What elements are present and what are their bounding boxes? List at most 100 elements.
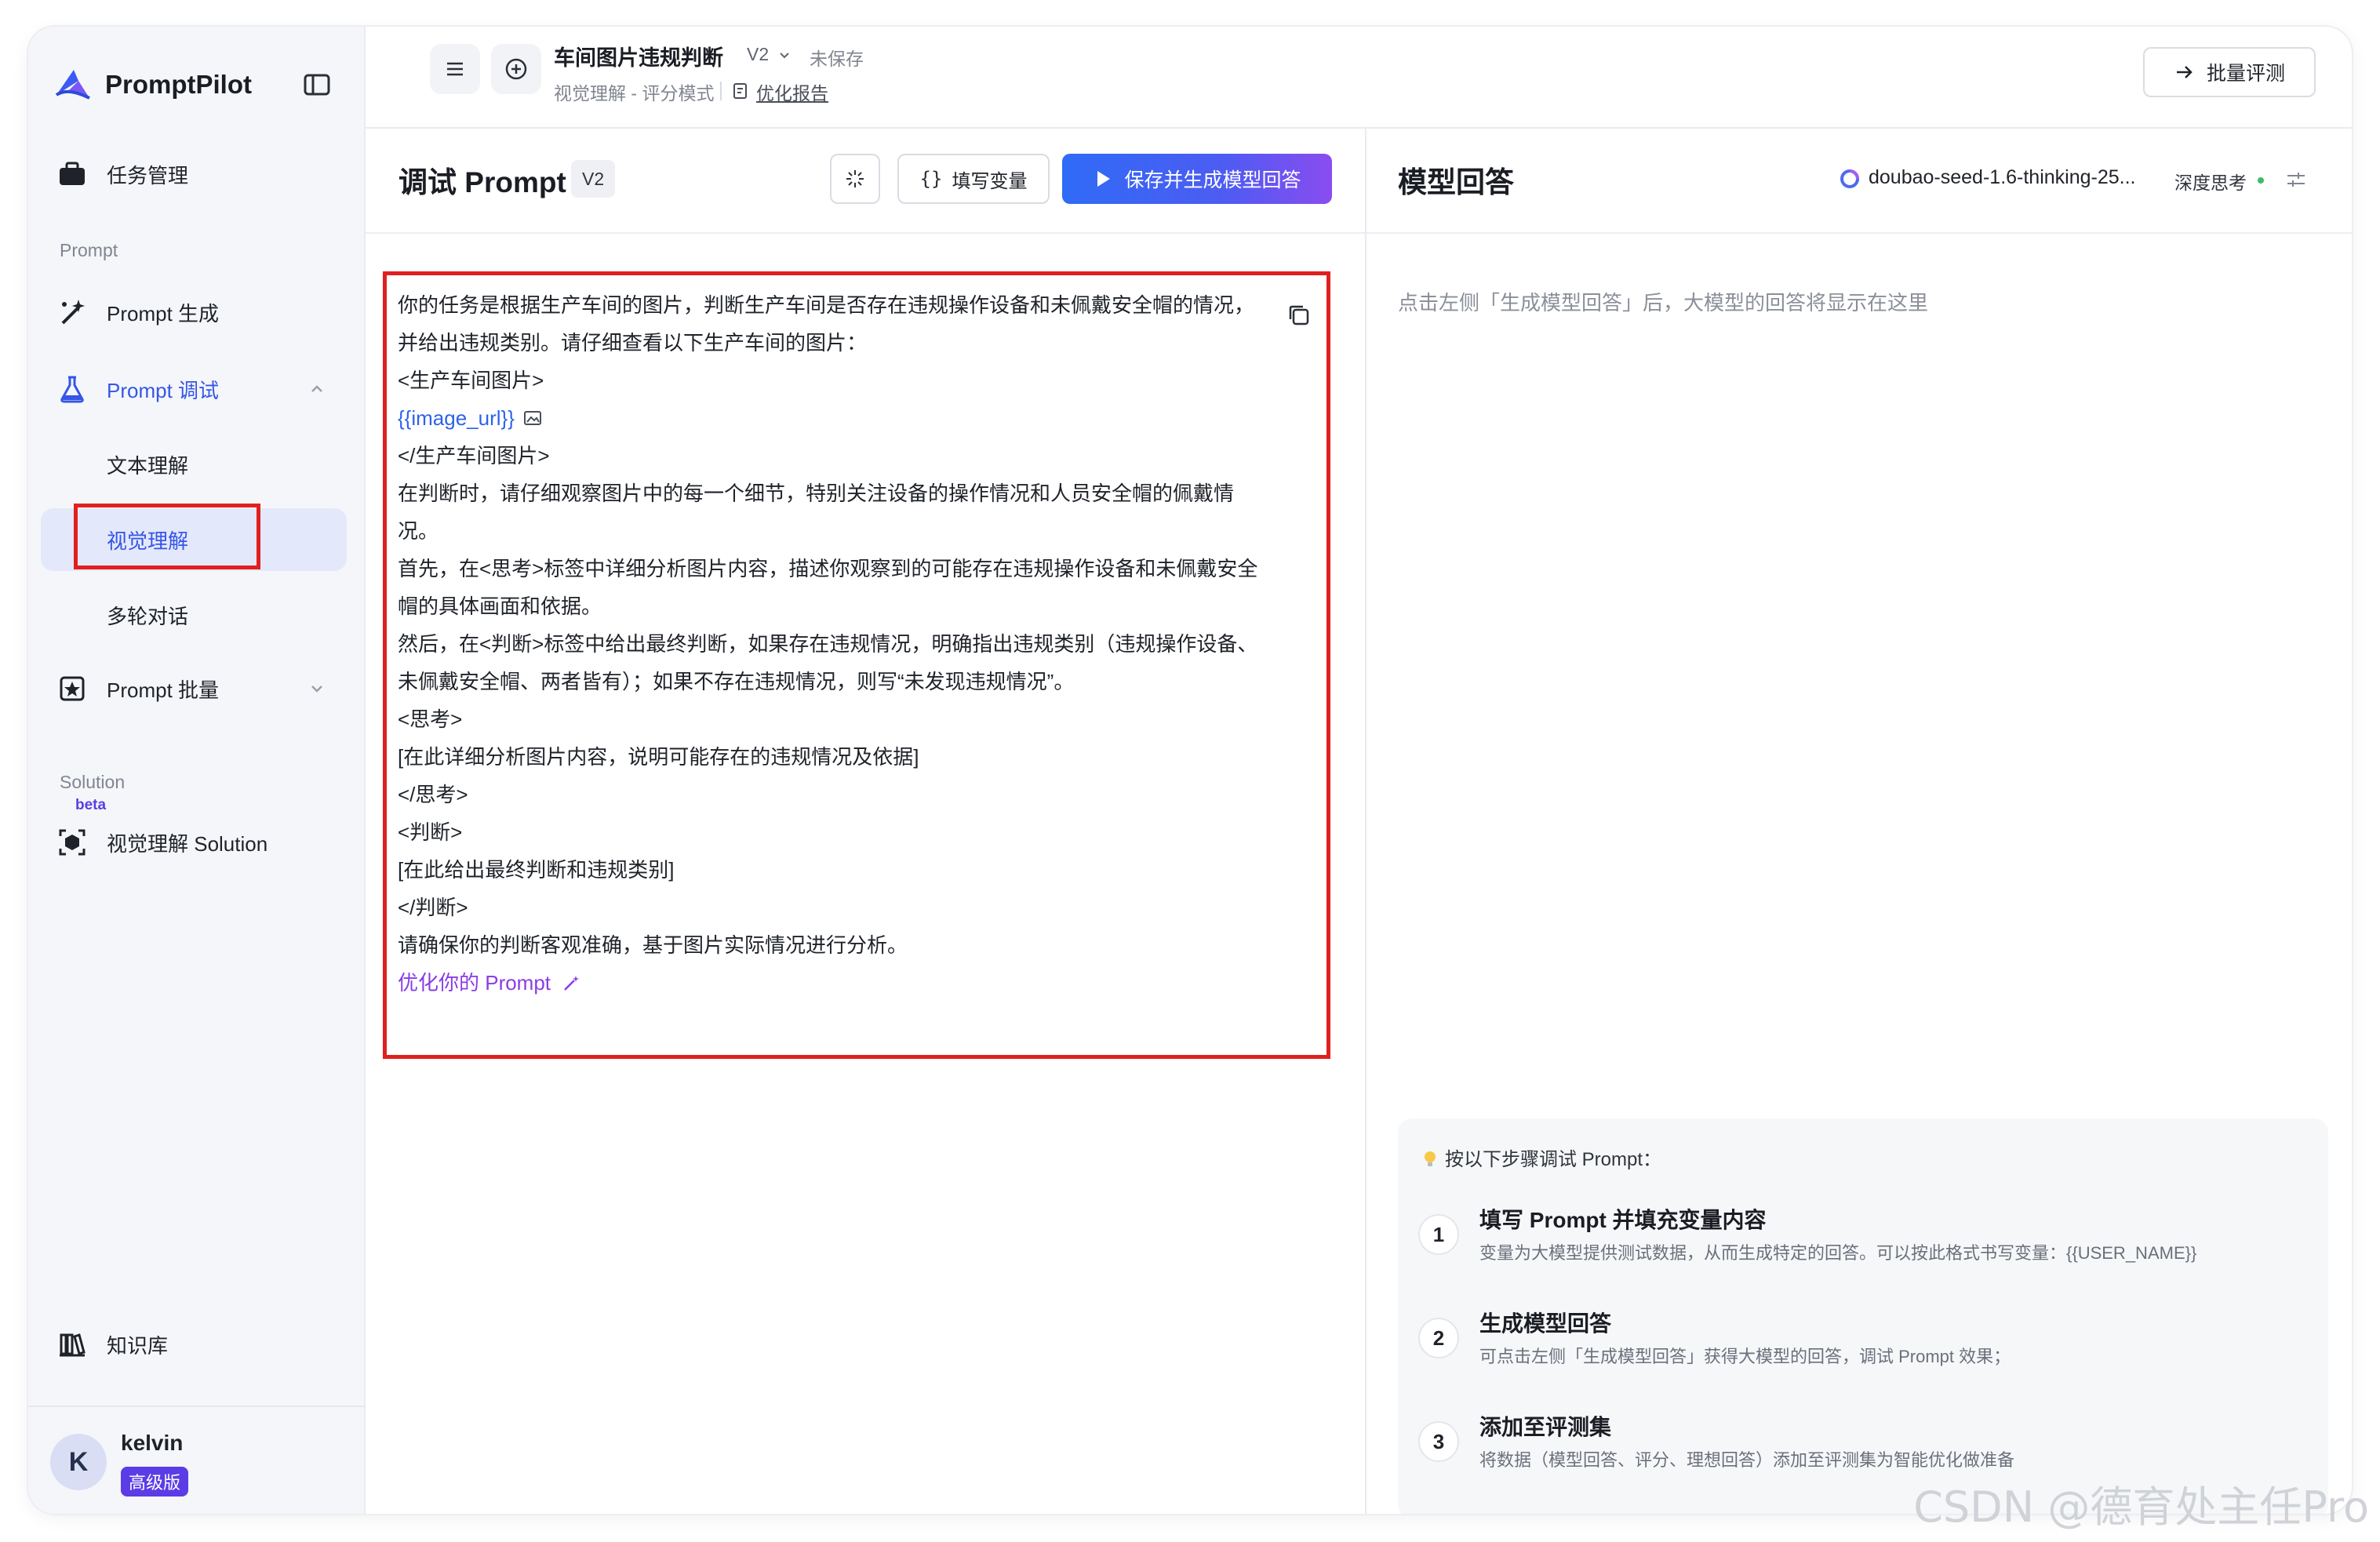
- variable-line: {{image_url}}: [398, 399, 1316, 437]
- sidebar-item-label: 视觉理解 Solution: [107, 831, 268, 856]
- prompt-line: 请确保你的判断客观准确，基于图片实际情况进行分析。: [398, 933, 908, 957]
- prompt-line: <生产车间图片>: [398, 369, 544, 392]
- promptpilot-logo-icon: [55, 70, 90, 100]
- prompt-panel-header: 调试 Prompt V2 {} 填写变量 保存并生成模型回答: [366, 129, 1365, 234]
- divider: [720, 82, 722, 100]
- save-and-generate-button[interactable]: 保存并生成模型回答: [1062, 154, 1332, 204]
- scan-cube-icon: [59, 829, 86, 856]
- prompt-line: [在此详细分析图片内容，说明可能存在的违规情况及依据]: [398, 745, 919, 769]
- mode-label: 视觉理解 - 评分模式: [554, 83, 715, 104]
- prompt-line: </生产车间图片>: [398, 444, 550, 467]
- prompt-editor[interactable]: 你的任务是根据生产车间的图片，判断生产车间是否存在违规操作设备和未佩戴安全帽的情…: [383, 271, 1330, 1059]
- doubao-model-icon: [1840, 169, 1859, 188]
- prompt-panel-title: 调试 Prompt: [398, 166, 566, 198]
- save-status: 未保存: [810, 49, 864, 69]
- sparkle-button[interactable]: [830, 154, 880, 204]
- avatar[interactable]: K: [50, 1434, 107, 1490]
- optimize-prompt-link[interactable]: 优化你的 Prompt: [398, 971, 551, 995]
- lightbulb-icon: [1425, 1151, 1436, 1166]
- prompt-text: 你的任务是根据生产车间的图片，判断生产车间是否存在违规操作设备和未佩戴安全帽的情…: [398, 286, 1316, 1002]
- prompt-line: 未佩戴安全帽、两者皆有）；如果不存在违规情况，则写“未发现违规情况”。: [398, 670, 1075, 693]
- step-title: 添加至评测集: [1479, 1415, 1612, 1439]
- library-icon: [60, 1333, 86, 1357]
- brand[interactable]: PromptPilot: [52, 63, 252, 107]
- plus-circle-icon: [505, 58, 527, 80]
- step-number: 1: [1418, 1214, 1459, 1255]
- image-url-variable[interactable]: {{image_url}}: [398, 406, 515, 430]
- status-dot: [2258, 177, 2264, 184]
- section-label-solution: Solution: [60, 772, 126, 792]
- prompt-line: </判断>: [398, 896, 468, 919]
- step-description: 可点击左侧「生成模型回答」获得大模型的回答，调试 Prompt 效果；: [1479, 1347, 2011, 1366]
- sidebar-collapse-icon[interactable]: [300, 67, 334, 102]
- step-description: 将数据（模型回答、评分、理想回答）添加至评测集为智能优化做准备: [1479, 1450, 2015, 1470]
- deep-think-toggle[interactable]: 深度思考: [2174, 168, 2247, 195]
- user-name: kelvin: [121, 1431, 184, 1455]
- plan-badge: 高级版: [121, 1467, 189, 1497]
- play-icon: [1097, 171, 1111, 187]
- chevron-down-icon[interactable]: [308, 679, 326, 698]
- fill-variables-button[interactable]: {} 填写变量: [897, 154, 1050, 204]
- prompt-line: <判断>: [398, 820, 463, 844]
- prompt-line: 帽的具体画面和依据。: [398, 595, 602, 618]
- prompt-line: 你的任务是根据生产车间的图片，判断生产车间是否存在违规操作设备和未佩戴安全帽的情…: [398, 293, 1255, 317]
- prompt-line: 在判断时，请仔细观察图片中的每一个细节，特别关注设备的操作情况和人员安全帽的佩戴…: [398, 482, 1235, 505]
- response-panel-title: 模型回答: [1398, 166, 1514, 198]
- optimize-prompt-line[interactable]: 优化你的 Prompt: [398, 964, 1316, 1002]
- new-task-button[interactable]: [491, 44, 541, 94]
- sidebar-item-prompt-debug[interactable]: Prompt 调试: [28, 359, 366, 419]
- flask-icon: [60, 376, 84, 403]
- prompt-line: 况。: [398, 519, 439, 543]
- response-panel-header: 模型回答 doubao-seed-1.6-thinking-25... 深度思考: [1366, 129, 2352, 234]
- top-bar: 车间图片违规判断 V2 未保存 视觉理解 - 评分模式 优化报告 批量评测: [366, 27, 2352, 129]
- sidebar-subitem-text[interactable]: 文本理解: [107, 450, 188, 479]
- page-title: 车间图片违规判断: [554, 46, 723, 70]
- sidebar: PromptPilot 任务管理 Prompt Prompt 生成 Prompt…: [28, 27, 366, 1514]
- model-selector[interactable]: doubao-seed-1.6-thinking-25...: [1869, 166, 2136, 189]
- report-icon: [733, 83, 747, 99]
- response-placeholder: 点击左侧「生成模型回答」后，大模型的回答将显示在这里: [1398, 291, 1929, 315]
- save-and-generate-label: 保存并生成模型回答: [1124, 169, 1301, 191]
- chevron-up-icon[interactable]: [308, 380, 326, 398]
- prompt-panel: 调试 Prompt V2 {} 填写变量 保存并生成模型回答 你的任务是根据生产…: [366, 129, 1366, 1514]
- sliders-icon[interactable]: [2284, 168, 2308, 191]
- prompt-line: 首先，在<思考>标签中详细分析图片内容，描述你观察到的可能存在违规操作设备和未佩…: [398, 557, 1258, 580]
- step-description: 变量为大模型提供测试数据，从而生成特定的回答。可以按此格式书写变量：{{USER…: [1479, 1243, 2197, 1263]
- menu-button[interactable]: [430, 44, 480, 94]
- prompt-line: <思考>: [398, 707, 463, 731]
- sidebar-item-prompt-generate[interactable]: Prompt 生成: [28, 282, 366, 342]
- sidebar-subitem-multi-turn[interactable]: 多轮对话: [107, 601, 188, 630]
- briefcase-icon: [60, 162, 85, 185]
- image-upload-icon[interactable]: [522, 408, 543, 428]
- batch-eval-label: 批量评测: [2206, 63, 2285, 85]
- prompt-line: 并给出违规类别。请仔细查看以下生产车间的图片：: [398, 331, 868, 355]
- sidebar-item-label: Prompt 调试: [107, 378, 220, 402]
- hamburger-icon: [447, 62, 463, 76]
- sidebar-item-vision-solution[interactable]: 视觉理解 Solution: [28, 813, 366, 872]
- sidebar-item-prompt-batch[interactable]: Prompt 批量: [28, 659, 366, 718]
- response-panel: 模型回答 doubao-seed-1.6-thinking-25... 深度思考…: [1366, 129, 2352, 1514]
- sidebar-item-task-management[interactable]: 任务管理: [28, 144, 366, 204]
- batch-eval-button[interactable]: 批量评测: [2143, 47, 2316, 97]
- step-title: 填写 Prompt 并填充变量内容: [1479, 1208, 1767, 1232]
- prompt-line: </思考>: [398, 783, 468, 806]
- magic-pen-icon: [564, 976, 580, 991]
- sidebar-item-label: Prompt 批量: [107, 678, 220, 702]
- arrow-right-icon: [2176, 66, 2193, 78]
- version-selector[interactable]: V2: [747, 44, 769, 65]
- sidebar-item-label: Prompt 生成: [107, 301, 220, 325]
- watermark: CSDN @德育处主任Pro: [1913, 1482, 2369, 1532]
- fill-variables-label: 填写变量: [952, 170, 1028, 192]
- sidebar-item-label: 任务管理: [107, 163, 189, 187]
- step-number: 2: [1418, 1318, 1459, 1358]
- prompt-line: [在此给出最终判断和违规类别]: [398, 858, 675, 882]
- brand-name: PromptPilot: [105, 70, 252, 99]
- steps-guide-card: 按以下步骤调试 Prompt： 1 填写 Prompt 并填充变量内容 变量为大…: [1398, 1118, 2328, 1514]
- step-title: 生成模型回答: [1479, 1311, 1612, 1336]
- sidebar-item-label: 知识库: [107, 1333, 169, 1358]
- optimize-report-link[interactable]: 优化报告: [756, 78, 828, 105]
- chevron-down-icon[interactable]: [777, 47, 792, 63]
- braces-icon: {}: [919, 168, 943, 190]
- sidebar-item-knowledge-base[interactable]: 知识库: [28, 1315, 366, 1374]
- divider: [28, 1406, 366, 1407]
